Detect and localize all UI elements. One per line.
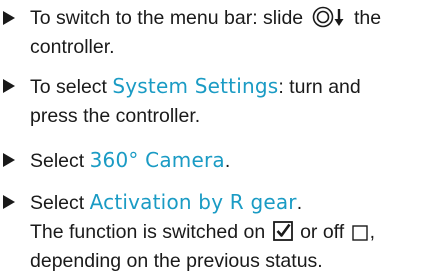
step-1-text-end: the [353,7,382,29]
step-3: Select 360° Camera. [0,146,447,176]
step-1-line-1: To switch to the menu bar: slide the [30,4,447,33]
step-3-line-1: Select 360° Camera. [30,146,447,176]
triangle-bullet-icon [3,153,15,167]
step-2-line-1: To select System Settings: turn and [30,72,447,102]
step-1: To switch to the menu bar: slide the con… [0,4,447,62]
checkbox-checked-icon [272,221,293,241]
triangle-bullet-icon [3,195,15,209]
step-4-line-2-mid: or off [300,221,345,243]
step-4-line-2: The function is switched on or off , [30,218,447,247]
step-4-line-1: Select Activation by R gear. [30,188,447,218]
step-1-text: To switch to the menu bar: slide [30,7,304,29]
step-3-text-end: . [224,150,231,172]
menu-item-system-settings: System Settings [112,74,279,98]
triangle-bullet-icon [3,11,15,25]
step-4: Select Activation by R gear. The functio… [0,188,447,276]
step-4-line-3: depending on the previous status. [30,250,323,272]
step-4-line-2-text: The function is switched on [30,221,266,243]
step-4-text: Select [30,192,90,214]
menu-item-360-camera: 360° Camera [89,148,225,172]
step-1-line-2: controller. [30,36,115,58]
step-4-text-end: . [296,192,303,214]
step-2-text: To select [30,76,113,98]
checkbox-empty-icon [351,225,368,241]
triangle-bullet-icon [3,79,15,93]
step-2-line-2: press the controller. [30,105,201,127]
step-2: To select System Settings: turn and pres… [0,72,447,131]
step-4-line-2-end: , [369,221,375,243]
controller-slide-down-icon [312,6,344,28]
menu-item-activation-by-r-gear: Activation by R gear [89,190,297,214]
step-3-text: Select [30,150,90,172]
step-2-text-end: : turn and [278,76,361,98]
